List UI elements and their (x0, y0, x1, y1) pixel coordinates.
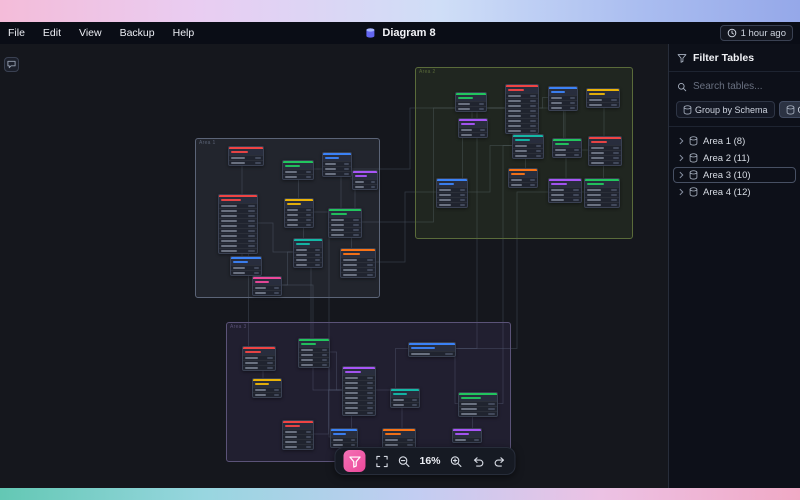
undo-icon (473, 456, 484, 467)
diagram-table-12[interactable] (455, 92, 487, 112)
chevron-right-icon (679, 171, 684, 179)
area-item-label: Area 4 (12) (703, 186, 751, 198)
filter-funnel-icon (348, 455, 361, 468)
fit-view-button[interactable] (375, 455, 388, 468)
area-item-label: Area 1 (8) (703, 135, 746, 147)
diagram-table-20[interactable] (436, 178, 468, 208)
diagram-table-27[interactable] (252, 378, 282, 398)
clock-icon (727, 28, 736, 38)
redo-icon (494, 456, 505, 467)
diagram-table-24[interactable] (242, 346, 276, 371)
search-box[interactable] (669, 72, 800, 99)
search-input[interactable] (693, 81, 785, 92)
area-database-icon (786, 104, 794, 114)
sidebar-item-area-2[interactable]: Area 2 (11) (673, 150, 796, 166)
sidebar-title: Filter Tables (693, 52, 755, 64)
diagram-table-28[interactable] (342, 366, 376, 416)
diagram-table-15[interactable] (586, 88, 620, 108)
last-saved-text: 1 hour ago (740, 27, 786, 39)
diagram-table-9[interactable] (293, 238, 323, 268)
area-item-label: Area 2 (11) (703, 152, 750, 164)
area-label: Area 2 (419, 69, 436, 75)
redo-button[interactable] (494, 455, 507, 468)
menu-item-edit[interactable]: Edit (43, 27, 61, 39)
database-icon (689, 187, 698, 197)
diagram-table-10[interactable] (340, 248, 376, 278)
diagram-table-16[interactable] (458, 118, 488, 138)
diagram-table-34[interactable] (452, 428, 482, 443)
chevron-right-icon (679, 188, 684, 196)
diagram-table-11[interactable] (252, 276, 282, 296)
diagram-table-7[interactable] (328, 208, 362, 238)
zoom-in-button[interactable] (450, 455, 463, 468)
sidebar-item-area-4[interactable]: Area 4 (12) (673, 184, 796, 200)
sidebar-header: Filter Tables (669, 44, 800, 72)
menu-item-backup[interactable]: Backup (120, 27, 155, 39)
diagram-table-5[interactable] (218, 194, 258, 254)
menu-items: File Edit View Backup Help (8, 27, 194, 39)
diagram-table-1[interactable] (228, 146, 264, 166)
desktop-gradient-bottom (0, 488, 800, 500)
database-icon (689, 170, 698, 180)
diagram-table-22[interactable] (548, 178, 582, 203)
diagram-canvas[interactable]: 16% Area 1 Area 2 Area 3 (0, 44, 668, 488)
menu-item-help[interactable]: Help (173, 27, 195, 39)
last-saved-badge[interactable]: 1 hour ago (719, 25, 793, 41)
diagram-table-2[interactable] (282, 160, 314, 180)
area-tree: Area 1 (8) Area 2 (11) Area 3 (10) Area 4 (… (669, 127, 800, 206)
diagram-table-26[interactable] (408, 342, 456, 357)
diagram-table-13[interactable] (505, 84, 539, 134)
chevron-right-icon (679, 154, 684, 162)
app-logo-icon (366, 28, 375, 38)
group-by-schema-label: Group by Schema (695, 104, 768, 115)
area-item-label: Area 3 (10) (703, 169, 751, 181)
diagram-table-4[interactable] (352, 170, 378, 190)
undo-button[interactable] (472, 455, 485, 468)
group-by-area-button[interactable]: Group by Area (778, 101, 800, 118)
diagram-table-23[interactable] (584, 178, 620, 208)
diagram-table-17[interactable] (512, 134, 544, 159)
diagram-table-21[interactable] (508, 168, 538, 188)
sidebar-item-area-1[interactable]: Area 1 (8) (673, 133, 796, 149)
chat-button[interactable] (4, 57, 19, 72)
menubar: File Edit View Backup Help Diagram 8 1 hour … (0, 22, 800, 44)
fit-view-icon (376, 455, 388, 467)
sidebar-item-area-3[interactable]: Area 3 (10) (673, 167, 796, 183)
menu-item-view[interactable]: View (79, 27, 102, 39)
database-icon (689, 153, 698, 163)
diagram-table-8[interactable] (230, 256, 262, 276)
schema-database-icon (683, 104, 692, 114)
diagram-table-32[interactable] (330, 428, 358, 448)
diagram-table-19[interactable] (588, 136, 622, 166)
zoom-toolbar: 16% (334, 447, 516, 475)
diagram-title-group: Diagram 8 (364, 27, 436, 39)
diagram-table-18[interactable] (552, 138, 582, 158)
chat-icon (7, 60, 16, 69)
diagram-table-31[interactable] (282, 420, 314, 450)
diagram-title: Diagram 8 (382, 27, 436, 39)
chevron-right-icon (679, 137, 684, 145)
diagram-table-29[interactable] (390, 388, 420, 408)
menu-item-file[interactable]: File (8, 27, 25, 39)
group-by-schema-button[interactable]: Group by Schema (676, 101, 775, 118)
database-icon (689, 136, 698, 146)
area-label: Area 3 (230, 324, 247, 330)
diagram-table-14[interactable] (548, 86, 578, 111)
desktop-gradient-top (0, 0, 800, 22)
filter-button[interactable] (343, 450, 366, 472)
group-toggles: Group by Schema Group by Area (669, 99, 800, 127)
zoom-out-icon (398, 455, 410, 467)
diagram-table-30[interactable] (458, 392, 498, 417)
zoom-in-icon (450, 455, 462, 467)
filter-sidebar: Filter Tables Group by Schema Group by A… (668, 44, 800, 488)
diagram-table-25[interactable] (298, 338, 330, 368)
zoom-out-button[interactable] (397, 455, 410, 468)
filter-icon (677, 54, 687, 63)
search-icon (678, 82, 687, 91)
zoom-level[interactable]: 16% (419, 455, 440, 467)
area-label: Area 1 (199, 140, 216, 146)
diagram-table-3[interactable] (322, 152, 352, 177)
diagram-table-6[interactable] (284, 198, 314, 228)
